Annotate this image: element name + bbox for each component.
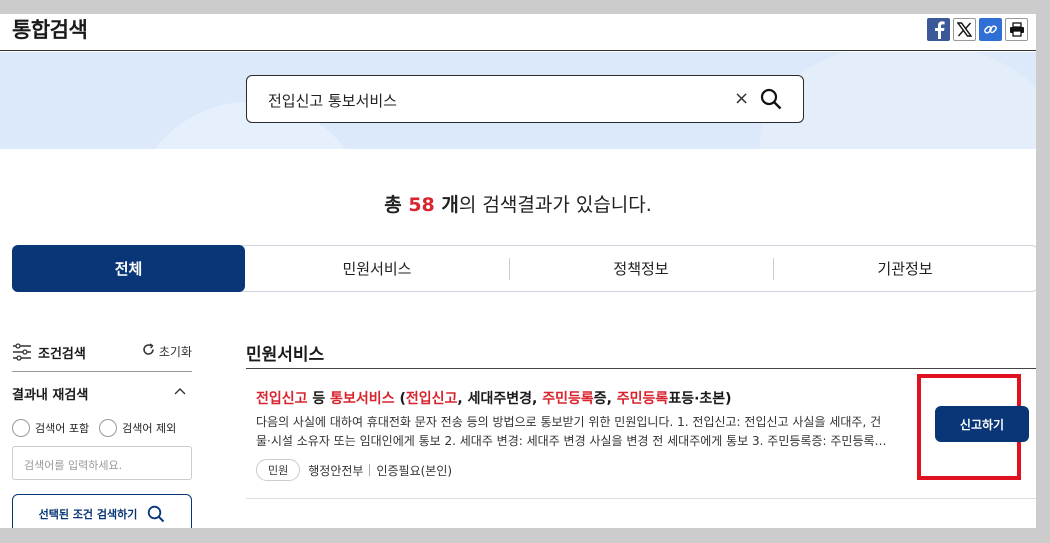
refresh-icon (142, 343, 155, 359)
search-input[interactable]: 전입신고 통보서비스 × (246, 75, 804, 123)
section-title: 민원서비스 (246, 345, 325, 365)
radio-include-label: 검색어 포함 (35, 422, 90, 435)
title-highlight: 전입신고 (256, 391, 308, 407)
apply-filter-button[interactable]: 선택된 조건 검색하기 (12, 494, 192, 528)
chevron-up-icon[interactable] (174, 384, 186, 398)
result-title[interactable]: 전입신고 등 통보서비스 (전입신고, 세대주변경, 주민등록증, 주민등록표등… (256, 388, 732, 408)
description-line: 다음의 사실에 대하여 휴대전화 문자 전송 등의 방법으로 통보받기 위한 민… (256, 415, 882, 429)
title-text: 표등·초본) (668, 391, 732, 407)
within-search-header[interactable]: 결과내 재검색 (12, 384, 192, 403)
report-button[interactable]: 신고하기 (935, 406, 1029, 442)
result-description: 다음의 사실에 대하여 휴대전화 문자 전송 등의 방법으로 통보받기 위한 민… (256, 413, 920, 451)
divider (12, 371, 192, 372)
header: 통합검색 (0, 14, 1036, 51)
link-icon[interactable] (979, 18, 1002, 41)
tab-policy[interactable]: 정책정보 (509, 246, 773, 291)
count-prefix: 총 (384, 194, 409, 216)
within-search-options: 검색어 포함 검색어 제외 (12, 419, 176, 437)
agency: 행정안전부 (308, 463, 364, 478)
count-number: 58 (408, 194, 435, 216)
radio-include[interactable]: 검색어 포함 (12, 419, 89, 437)
title-text: 증, (593, 391, 617, 407)
count-unit: 개 (434, 194, 459, 216)
sliders-icon (13, 343, 31, 361)
count-suffix: 의 검색결과가 있습니다. (458, 194, 652, 216)
reset-label: 초기화 (158, 345, 192, 359)
print-icon[interactable] (1005, 18, 1028, 41)
radio-exclude-label: 검색어 제외 (122, 422, 177, 435)
title-text: 등 (307, 391, 331, 407)
tab-civil-service[interactable]: 민원서비스 (245, 246, 509, 291)
page-title: 통합검색 (12, 18, 88, 42)
apply-filter-label: 선택된 조건 검색하기 (38, 508, 138, 521)
search-icon[interactable] (759, 87, 783, 115)
description-line: 물·시설 소유자 또는 임대인에게 통보 2. 세대주 변경: 세대주 변경 사… (256, 434, 887, 448)
result-count: 총 58 개의 검색결과가 있습니다. (0, 190, 1036, 217)
search-icon (148, 505, 165, 523)
clear-icon[interactable]: × (734, 88, 749, 109)
search-band: 전입신고 통보서비스 × (0, 52, 1036, 149)
radio-circle[interactable] (99, 419, 118, 437)
title-text: ( (394, 391, 406, 407)
tab-all[interactable]: 전체 (12, 245, 245, 292)
title-highlight: 주민등록 (542, 391, 594, 407)
category-badge: 민원 (256, 459, 301, 481)
x-icon[interactable] (953, 18, 976, 41)
result-meta: 민원 행정안전부 인증필요(본인) (256, 459, 452, 481)
title-highlight: 통보서비스 (330, 391, 395, 407)
filter-header: 조건검색 초기화 (12, 342, 192, 362)
filter-title: 조건검색 (38, 347, 86, 362)
title-highlight: 주민등록 (616, 391, 669, 407)
facebook-icon[interactable] (927, 18, 950, 41)
radio-circle[interactable] (12, 419, 30, 437)
divider (369, 464, 371, 476)
tab-agency[interactable]: 기관정보 (773, 246, 1036, 291)
category-tabs: 전체 민원서비스 정책정보 기관정보 (12, 245, 1036, 292)
keyword-input[interactable]: 검색어를 입력하세요. (12, 446, 192, 480)
title-text: , 세대주변경, (457, 391, 543, 407)
within-search-title: 결과내 재검색 (12, 388, 89, 403)
title-highlight: 전입신고 (405, 391, 458, 407)
radio-exclude[interactable]: 검색어 제외 (99, 419, 176, 437)
reset-button[interactable]: 초기화 (142, 343, 192, 360)
page: 통합검색 전입신고 통보서비스 × 총 58 개의 검색결과가 있습니다. 전체… (0, 14, 1036, 528)
search-query: 전입신고 통보서비스 (268, 92, 397, 110)
auth-requirement: 인증필요(본인) (376, 463, 453, 478)
share-toolbar (927, 18, 1028, 41)
